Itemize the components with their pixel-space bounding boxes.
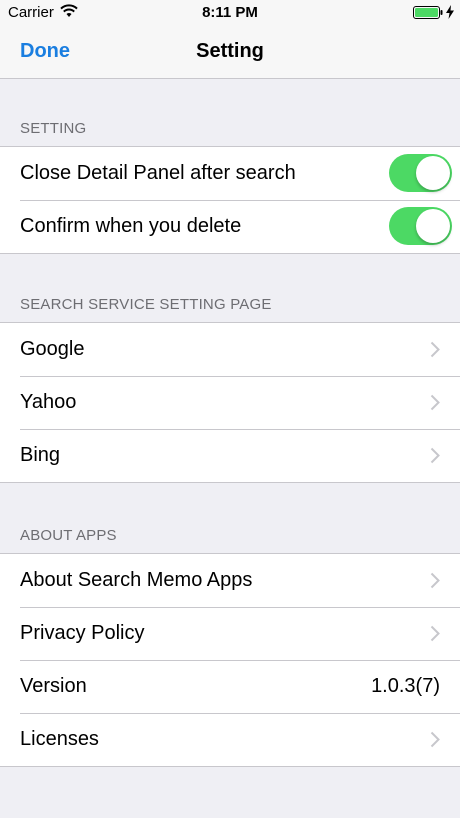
setting-row-confirm-delete: Confirm when you delete xyxy=(0,200,460,253)
charging-bolt-icon xyxy=(446,5,454,19)
toggle-knob xyxy=(416,156,450,190)
close-detail-panel-toggle[interactable] xyxy=(389,154,452,192)
status-time: 8:11 PM xyxy=(202,4,258,21)
chevron-right-icon xyxy=(430,731,440,748)
page-title: Setting xyxy=(196,40,264,62)
setting-group: Close Detail Panel after search Confirm … xyxy=(0,146,460,254)
confirm-delete-toggle[interactable] xyxy=(389,207,452,245)
chevron-right-icon xyxy=(430,625,440,642)
section-header-setting: SETTING xyxy=(20,120,87,137)
chevron-right-icon xyxy=(430,447,440,464)
row-label: Privacy Policy xyxy=(20,622,145,644)
row-label: About Search Memo Apps xyxy=(20,569,253,591)
row-label: Yahoo xyxy=(20,391,77,413)
row-label: Version xyxy=(20,675,87,697)
list-item-version: Version 1.0.3(7) xyxy=(0,660,460,713)
section-header-about: ABOUT APPS xyxy=(20,527,117,544)
list-item-privacy-policy[interactable]: Privacy Policy xyxy=(0,607,460,660)
section-header-search-service: SEARCH SERVICE SETTING PAGE xyxy=(20,296,272,313)
row-label: Licenses xyxy=(20,728,99,750)
search-service-group: Google Yahoo Bing xyxy=(0,322,460,483)
status-bar: Carrier 8:11 PM xyxy=(0,0,460,26)
row-label: Bing xyxy=(20,444,61,466)
list-item-google[interactable]: Google xyxy=(0,323,460,376)
version-value: 1.0.3(7) xyxy=(371,675,440,697)
list-item-licenses[interactable]: Licenses xyxy=(0,713,460,766)
row-label: Google xyxy=(20,338,85,360)
row-label: Close Detail Panel after search xyxy=(20,162,296,184)
chevron-right-icon xyxy=(430,572,440,589)
list-item-bing[interactable]: Bing xyxy=(0,429,460,482)
chevron-right-icon xyxy=(430,394,440,411)
battery-icon xyxy=(413,6,443,19)
settings-screen: Carrier 8:11 PM Done Setting SETTING Clo… xyxy=(0,0,460,818)
list-item-about-search-memo[interactable]: About Search Memo Apps xyxy=(0,554,460,607)
row-label: Confirm when you delete xyxy=(20,215,242,237)
chevron-right-icon xyxy=(430,341,440,358)
list-item-yahoo[interactable]: Yahoo xyxy=(0,376,460,429)
setting-row-close-detail-panel: Close Detail Panel after search xyxy=(0,147,460,200)
toggle-knob xyxy=(416,209,450,243)
navigation-bar: Done Setting xyxy=(0,26,460,79)
about-group: About Search Memo Apps Privacy Policy Ve… xyxy=(0,553,460,767)
